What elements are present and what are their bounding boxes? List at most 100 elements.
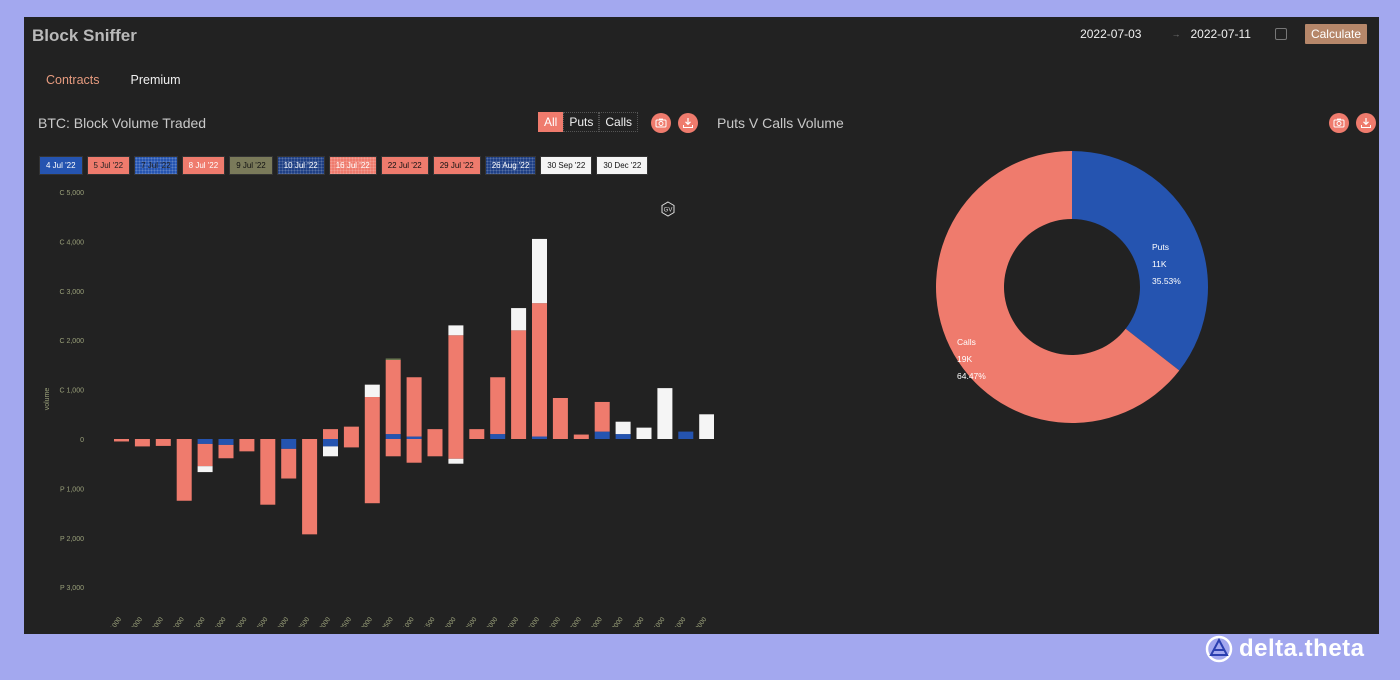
x-tick-label: 21500 <box>421 616 437 627</box>
bar-segment-put[interactable] <box>197 466 213 473</box>
calendar-icon[interactable] <box>1274 28 1287 40</box>
bar-segment-call[interactable] <box>615 421 631 435</box>
bar-segment-put[interactable] <box>323 446 338 457</box>
tab-bar: Contracts Premium <box>46 73 181 87</box>
date-range-picker[interactable]: 2022-07-03 → 2022-07-11 Calculate <box>1080 24 1367 44</box>
bar-segment-call[interactable] <box>448 325 464 336</box>
y-axis-label: volume <box>44 388 51 411</box>
end-date-input[interactable]: 2022-07-11 <box>1190 27 1251 41</box>
app-window: Block Sniffer 2022-07-03 → 2022-07-11 Ca… <box>24 17 1379 634</box>
bar-segment-put[interactable] <box>281 439 297 449</box>
bar-segment-call[interactable] <box>427 429 443 439</box>
bar-segment-call[interactable] <box>532 436 547 439</box>
bar-segment-call[interactable] <box>594 431 610 439</box>
bar-segment-call[interactable] <box>490 377 506 435</box>
bar-segment-call[interactable] <box>699 414 714 439</box>
expiry-chip[interactable]: 30 Dec '22 <box>596 156 649 175</box>
bar-segment-call[interactable] <box>532 303 547 437</box>
expiry-chip[interactable]: 22 Jul '22 <box>380 156 429 175</box>
gv-hexagon-icon[interactable]: GV <box>660 201 676 217</box>
bar-segment-put[interactable] <box>218 444 234 459</box>
bar-segment-put[interactable] <box>302 439 318 535</box>
expiry-chip[interactable]: 5 Jul '22 <box>86 156 131 175</box>
bar-segment-put[interactable] <box>343 439 359 448</box>
bar-segment-call[interactable] <box>385 434 401 439</box>
bar-segment-put[interactable] <box>176 439 192 501</box>
bar-segment-call[interactable] <box>636 427 652 439</box>
bar-segment-call[interactable] <box>385 358 401 360</box>
filter-puts-button[interactable]: Puts <box>563 112 600 132</box>
donut-slice-puts[interactable] <box>1072 151 1208 371</box>
filter-calls-button[interactable]: Calls <box>599 112 639 132</box>
filter-all-button[interactable]: All <box>538 112 564 132</box>
bar-segment-call[interactable] <box>323 429 338 439</box>
download-icon[interactable] <box>678 113 698 133</box>
bar-segment-call[interactable] <box>678 431 694 439</box>
y-tick-label: C 2,000 <box>59 338 84 345</box>
y-tick-label: P 1,000 <box>60 486 84 493</box>
bar-segment-put[interactable] <box>448 458 464 464</box>
expiry-chip[interactable]: 16 Jul '22 <box>328 156 377 175</box>
calculate-button[interactable]: Calculate <box>1304 24 1367 44</box>
donut-label: 35.53% <box>1152 276 1181 286</box>
bar-segment-put[interactable] <box>218 439 234 445</box>
pie-camera-icon[interactable] <box>1329 113 1349 133</box>
bar-segment-call[interactable] <box>385 359 401 435</box>
bar-segment-call[interactable] <box>448 335 464 439</box>
expiry-chip[interactable]: 8 Jul '22 <box>181 156 226 175</box>
camera-icon[interactable] <box>651 113 671 133</box>
expiry-chip[interactable]: 4 Jul '22 <box>39 156 83 175</box>
expiry-legend: 4 Jul '22 5 Jul '22 7 Jul '22 8 Jul '22 9 Ju… <box>39 156 649 175</box>
bar-segment-put[interactable] <box>155 439 171 446</box>
bar-segment-call[interactable] <box>615 434 631 439</box>
bar-segment-put[interactable] <box>239 439 255 452</box>
x-tick-label: 11000 <box>107 616 123 627</box>
tab-contracts[interactable]: Contracts <box>46 73 100 87</box>
expiry-chip[interactable]: 30 Sep '22 <box>540 156 593 175</box>
donut-label: Calls <box>957 337 976 347</box>
y-tick-label: C 5,000 <box>59 190 84 197</box>
bar-segment-call[interactable] <box>511 308 527 331</box>
bar-segment-put[interactable] <box>385 439 401 457</box>
bar-segment-call[interactable] <box>573 434 589 439</box>
pie-download-icon[interactable] <box>1356 113 1376 133</box>
donut-label: Puts <box>1152 242 1169 252</box>
bar-segment-put[interactable] <box>406 439 422 463</box>
expiry-chip[interactable]: 10 Jul '22 <box>276 156 325 175</box>
bar-segment-call[interactable] <box>657 388 673 439</box>
bar-segment-call[interactable] <box>343 426 359 439</box>
bar-segment-call[interactable] <box>594 401 610 432</box>
bar-segment-call[interactable] <box>406 436 422 439</box>
bar-segment-put[interactable] <box>114 439 129 442</box>
x-tick-label: 16000 <box>212 616 228 627</box>
bar-segment-call[interactable] <box>364 397 380 439</box>
x-tick-label: 18000 <box>274 616 290 627</box>
bar-segment-call[interactable] <box>511 330 527 439</box>
bar-segment-put[interactable] <box>281 448 297 479</box>
expiry-chip[interactable]: 29 Jul '22 <box>432 156 481 175</box>
bar-segment-call[interactable] <box>532 238 547 304</box>
expiry-chip[interactable]: 7 Jul '22 <box>134 156 178 175</box>
expiry-chip[interactable]: 9 Jul '22 <box>229 156 273 175</box>
tab-premium[interactable]: Premium <box>131 73 181 87</box>
bar-segment-put[interactable] <box>197 443 213 467</box>
expiry-chip[interactable]: 26 Aug '22 <box>484 156 537 175</box>
x-tick-label: 17000 <box>232 616 248 627</box>
bar-segment-call[interactable] <box>552 397 568 439</box>
bar-segment-put[interactable] <box>260 439 276 505</box>
bar-segment-put[interactable] <box>448 439 464 459</box>
bar-segment-put[interactable] <box>323 439 338 447</box>
bar-segment-call[interactable] <box>406 377 422 437</box>
x-tick-label: 15000 <box>191 616 207 627</box>
bar-segment-put[interactable] <box>427 439 443 457</box>
bar-segment-call[interactable] <box>490 434 506 439</box>
bar-segment-call[interactable] <box>364 384 380 398</box>
x-tick-label: 30000 <box>609 616 625 627</box>
bar-segment-put[interactable] <box>197 439 213 444</box>
bar-segment-put[interactable] <box>364 439 380 504</box>
x-tick-label: 13000 <box>149 616 165 627</box>
bar-segment-put[interactable] <box>134 439 150 447</box>
bar-segment-call[interactable] <box>469 429 485 439</box>
y-tick-label: P 3,000 <box>60 585 84 592</box>
start-date-input[interactable]: 2022-07-03 <box>1080 27 1141 41</box>
